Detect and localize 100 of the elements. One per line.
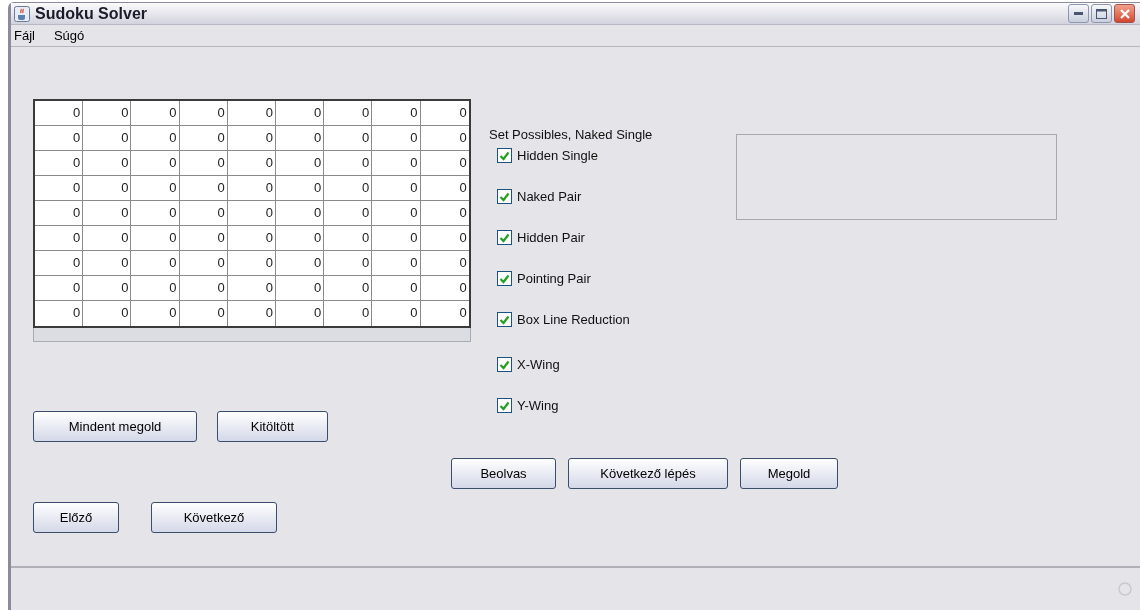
table-cell[interactable]: 0	[131, 126, 180, 151]
table-cell[interactable]: 0	[324, 201, 373, 226]
table-cell[interactable]: 0	[179, 301, 228, 326]
action-button[interactable]: Előző	[33, 502, 119, 533]
checkbox[interactable]	[497, 271, 512, 286]
table-cell[interactable]: 0	[275, 201, 325, 226]
table-cell[interactable]: 0	[179, 101, 228, 126]
action-button[interactable]: Megold	[740, 458, 838, 489]
action-button[interactable]: Mindent megold	[33, 411, 197, 442]
table-cell[interactable]: 0	[420, 151, 469, 176]
strategy-checkbox[interactable]: Pointing Pair	[497, 267, 736, 290]
table-cell[interactable]: 0	[420, 226, 469, 251]
table-cell[interactable]: 0	[179, 126, 228, 151]
table-cell[interactable]: 0	[35, 176, 84, 201]
table-cell[interactable]: 0	[227, 176, 276, 201]
table-cell[interactable]: 0	[420, 301, 469, 326]
table-cell[interactable]: 0	[420, 176, 469, 201]
table-cell[interactable]: 0	[324, 226, 373, 251]
table-cell[interactable]: 0	[131, 176, 180, 201]
table-cell[interactable]: 0	[275, 276, 325, 301]
table-cell[interactable]: 0	[420, 276, 469, 301]
table-cell[interactable]: 0	[131, 301, 180, 326]
table-cell[interactable]: 0	[324, 101, 373, 126]
table-cell[interactable]: 0	[131, 101, 180, 126]
table-cell[interactable]: 0	[227, 201, 276, 226]
table-cell[interactable]: 0	[35, 201, 84, 226]
table-cell[interactable]: 0	[420, 126, 469, 151]
table-cell[interactable]: 0	[131, 151, 180, 176]
table-cell[interactable]: 0	[227, 276, 276, 301]
table-cell[interactable]: 0	[275, 251, 325, 276]
table-cell[interactable]: 0	[324, 176, 373, 201]
table-cell[interactable]: 0	[227, 151, 276, 176]
table-cell[interactable]: 0	[420, 251, 469, 276]
action-button[interactable]: Következő	[151, 502, 277, 533]
table-cell[interactable]: 0	[324, 126, 373, 151]
table-cell[interactable]: 0	[35, 151, 84, 176]
table-cell[interactable]: 0	[372, 126, 421, 151]
menu-item[interactable]: Súgó	[51, 25, 87, 46]
table-cell[interactable]: 0	[83, 151, 132, 176]
table-cell[interactable]: 0	[83, 226, 132, 251]
table-cell[interactable]: 0	[179, 201, 228, 226]
table-cell[interactable]: 0	[83, 301, 132, 326]
table-cell[interactable]: 0	[324, 251, 373, 276]
strategy-checkbox[interactable]: X-Wing	[497, 353, 736, 376]
table-cell[interactable]: 0	[275, 176, 325, 201]
maximize-button[interactable]	[1091, 4, 1112, 23]
table-cell[interactable]: 0	[35, 251, 84, 276]
table-cell[interactable]: 0	[275, 151, 325, 176]
checkbox[interactable]	[497, 148, 512, 163]
table-cell[interactable]: 0	[131, 276, 180, 301]
table-cell[interactable]: 0	[179, 176, 228, 201]
checkbox[interactable]	[497, 189, 512, 204]
table-cell[interactable]: 0	[324, 151, 373, 176]
table-cell[interactable]: 0	[420, 101, 469, 126]
checkbox[interactable]	[497, 230, 512, 245]
table-cell[interactable]: 0	[179, 251, 228, 276]
table-cell[interactable]: 0	[83, 176, 132, 201]
strategy-checkbox[interactable]: Box Line Reduction	[497, 308, 736, 331]
table-cell[interactable]: 0	[83, 201, 132, 226]
action-button[interactable]: Beolvas	[451, 458, 556, 489]
minimize-button[interactable]	[1068, 4, 1089, 23]
table-cell[interactable]: 0	[372, 226, 421, 251]
action-button[interactable]: Kitöltött	[217, 411, 328, 442]
table-cell[interactable]: 0	[227, 226, 276, 251]
table-cell[interactable]: 0	[35, 276, 84, 301]
table-cell[interactable]: 0	[131, 226, 180, 251]
close-button[interactable]	[1114, 4, 1135, 23]
table-cell[interactable]: 0	[35, 301, 84, 326]
checkbox[interactable]	[497, 312, 512, 327]
table-cell[interactable]: 0	[227, 126, 276, 151]
table-cell[interactable]: 0	[420, 201, 469, 226]
table-cell[interactable]: 0	[372, 276, 421, 301]
table-cell[interactable]: 0	[372, 201, 421, 226]
menu-item[interactable]: Fájl	[12, 25, 37, 46]
table-cell[interactable]: 0	[131, 251, 180, 276]
strategy-checkbox[interactable]: Hidden Pair	[497, 226, 736, 249]
action-button[interactable]: Következő lépés	[568, 458, 728, 489]
table-cell[interactable]: 0	[372, 301, 421, 326]
table-cell[interactable]: 0	[131, 201, 180, 226]
table-cell[interactable]: 0	[372, 151, 421, 176]
table-cell[interactable]: 0	[227, 251, 276, 276]
table-cell[interactable]: 0	[275, 226, 325, 251]
table-cell[interactable]: 0	[83, 251, 132, 276]
table-cell[interactable]: 0	[372, 251, 421, 276]
strategy-checkbox[interactable]: Hidden Single	[497, 144, 736, 167]
table-cell[interactable]: 0	[227, 101, 276, 126]
table-cell[interactable]: 0	[179, 276, 228, 301]
table-cell[interactable]: 0	[179, 151, 228, 176]
table-cell[interactable]: 0	[324, 276, 373, 301]
checkbox[interactable]	[497, 398, 512, 413]
table-cell[interactable]: 0	[275, 101, 325, 126]
strategy-checkbox[interactable]: Naked Pair	[497, 185, 736, 208]
table-cell[interactable]: 0	[35, 126, 84, 151]
table-cell[interactable]: 0	[83, 101, 132, 126]
table-cell[interactable]: 0	[372, 176, 421, 201]
table-cell[interactable]: 0	[275, 301, 325, 326]
table-cell[interactable]: 0	[227, 301, 276, 326]
table-cell[interactable]: 0	[83, 276, 132, 301]
table-cell[interactable]: 0	[372, 101, 421, 126]
table-cell[interactable]: 0	[179, 226, 228, 251]
